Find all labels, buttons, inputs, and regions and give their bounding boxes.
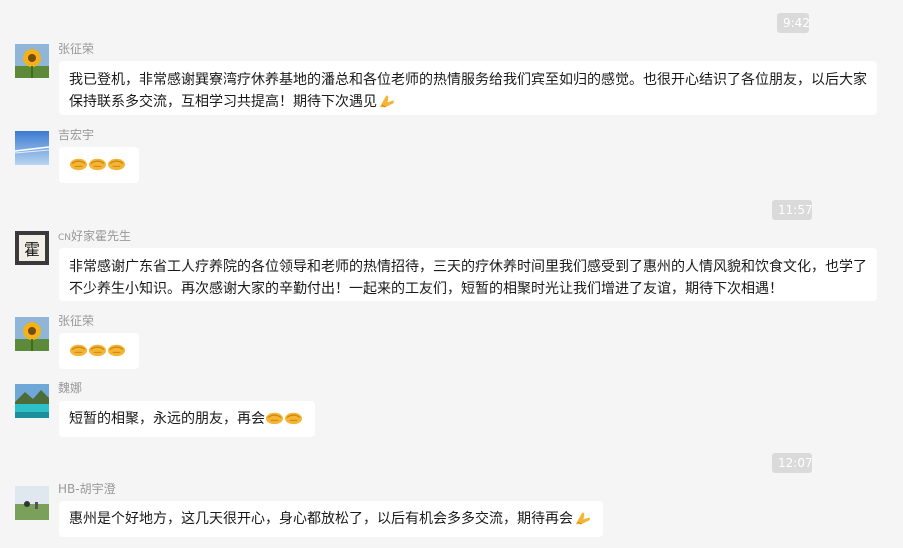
message-text: 我已登机，非常感谢巽寮湾疗休养基地的潘总和各位老师的热情服务给我们宾至如归的感觉…: [69, 72, 867, 110]
message-bubble[interactable]: [59, 333, 139, 369]
avatar-char: 霍: [24, 240, 40, 259]
sender-name: CN好家霍先生: [58, 227, 131, 244]
timestamp: 11:57: [772, 200, 813, 220]
sender-name: 张征荣: [58, 314, 95, 328]
sender-name-text: 好家霍先生: [71, 229, 132, 243]
handshake-emoji-icon: [266, 412, 283, 425]
avatar-sky[interactable]: [15, 131, 49, 165]
sender-prefix: CN: [58, 233, 72, 243]
pray-emoji-icon: [575, 512, 591, 525]
avatar-lake[interactable]: [15, 384, 49, 418]
handshake-emoji-icon: [70, 344, 87, 357]
message-bubble[interactable]: 短暂的相聚，永远的朋友，再会: [59, 401, 315, 437]
message-bubble[interactable]: 我已登机，非常感谢巽寮湾疗休养基地的潘总和各位老师的热情服务给我们宾至如归的感觉…: [59, 61, 877, 115]
handshake-emoji-icon: [285, 412, 302, 425]
handshake-emoji-icon: [70, 158, 87, 171]
message-text: 非常感谢广东省工人疗养院的各位领导和老师的热情招待，三天的疗休养时间里我们感受到…: [69, 259, 867, 297]
handshake-emoji-icon: [89, 344, 106, 357]
avatar-sunflower[interactable]: [15, 44, 49, 78]
timestamp: 12:07: [772, 453, 813, 473]
message-bubble[interactable]: [59, 147, 139, 183]
message-text: 短暂的相聚，永远的朋友，再会: [69, 411, 265, 427]
sender-name: 吉宏宇: [58, 128, 95, 142]
pray-emoji-icon: [379, 95, 395, 108]
avatar-field[interactable]: [15, 486, 49, 520]
timestamp: 9:42: [777, 13, 810, 33]
handshake-emoji-icon: [89, 158, 106, 171]
message-text: 惠州是个好地方，这几天很开心，身心都放松了，以后有机会多多交流，期待再会: [69, 511, 573, 527]
handshake-emoji-icon: [108, 158, 125, 171]
message-bubble[interactable]: 非常感谢广东省工人疗养院的各位领导和老师的热情招待，三天的疗休养时间里我们感受到…: [59, 248, 877, 301]
sender-name: 张征荣: [58, 42, 95, 56]
avatar-sunflower[interactable]: [15, 317, 49, 351]
avatar-calligraphy[interactable]: 霍: [15, 231, 49, 265]
handshake-emoji-icon: [108, 344, 125, 357]
message-bubble[interactable]: 惠州是个好地方，这几天很开心，身心都放松了，以后有机会多多交流，期待再会: [59, 501, 603, 537]
sender-name: 魏娜: [58, 381, 83, 395]
sender-name: HB-胡宇澄: [58, 482, 116, 496]
